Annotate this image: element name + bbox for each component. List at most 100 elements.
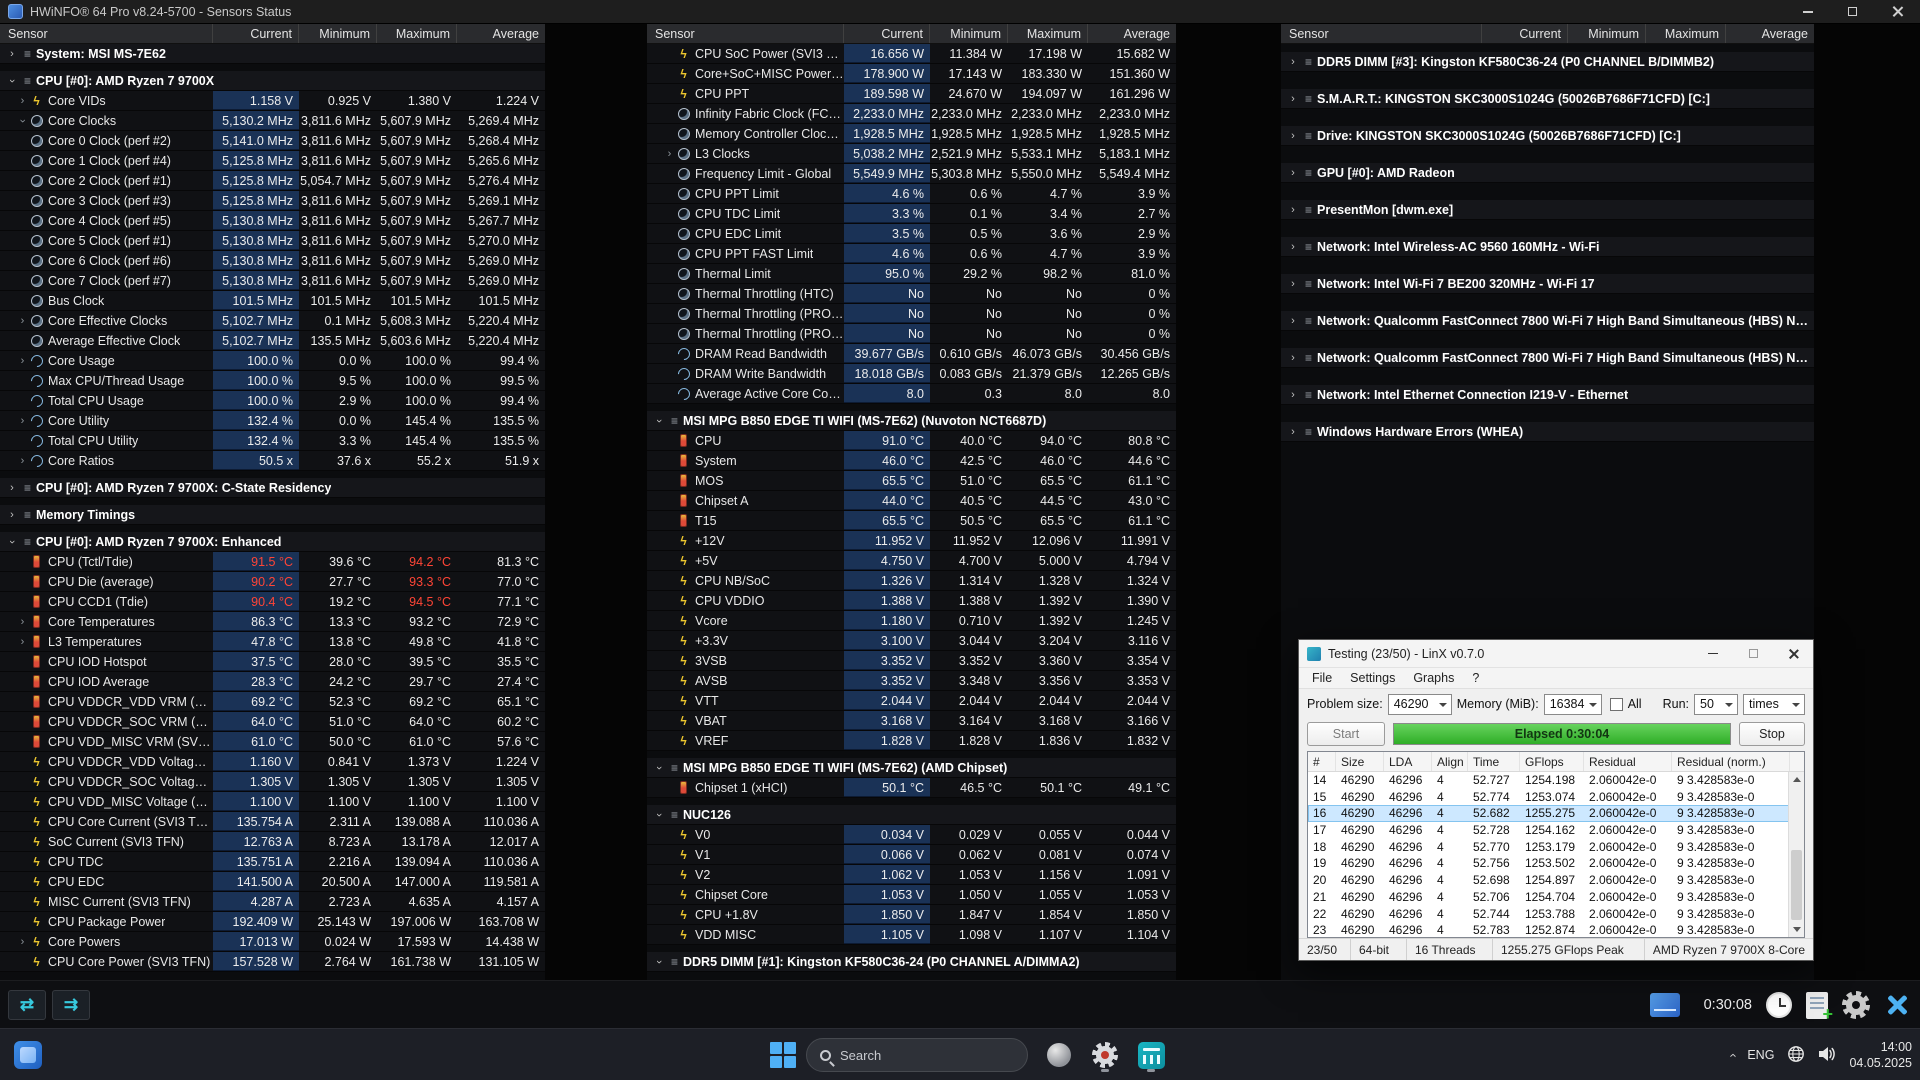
column-header-minimum[interactable]: Minimum bbox=[930, 24, 1008, 43]
expand-chevron-icon[interactable]: › bbox=[1286, 274, 1300, 294]
sensor-row[interactable]: CPU91.0 °C40.0 °C94.0 °C80.8 °C bbox=[647, 431, 1176, 451]
sensor-row[interactable]: CPU Package Power192.409 W25.143 W197.00… bbox=[0, 912, 545, 932]
column-header-sensor[interactable]: Sensor bbox=[0, 24, 213, 43]
close-sensors-icon[interactable] bbox=[1884, 992, 1910, 1018]
sensor-row[interactable]: Infinity Fabric Clock (FCLK)2,233.0 MHz2… bbox=[647, 104, 1176, 124]
sensor-row[interactable]: CPU TDC135.751 A2.216 A139.094 A110.036 … bbox=[0, 852, 545, 872]
start-button-windows[interactable] bbox=[770, 1042, 796, 1068]
sensor-row[interactable]: CPU VDD_MISC VRM (SVI3 TFN)61.0 °C50.0 °… bbox=[0, 732, 545, 752]
scroll-up-arrow-icon[interactable] bbox=[1789, 772, 1804, 787]
linx-column-header[interactable]: Time bbox=[1468, 752, 1520, 771]
sensor-row[interactable]: CPU VDDCR_SOC VRM (SVI3 T...64.0 °C51.0 … bbox=[0, 712, 545, 732]
expand-arrow-icon[interactable]: › bbox=[16, 411, 29, 430]
sensor-row[interactable]: V10.066 V0.062 V0.081 V0.074 V bbox=[647, 845, 1176, 865]
expand-chevron-icon[interactable]: › bbox=[649, 808, 669, 822]
sensor-row[interactable]: 3VSB3.352 V3.352 V3.360 V3.354 V bbox=[647, 651, 1176, 671]
sensor-group-row[interactable]: ›≡DDR5 DIMM [#3]: Kingston KF580C36-24 (… bbox=[1281, 52, 1814, 72]
column-header-sensor[interactable]: Sensor bbox=[647, 24, 844, 43]
linx-column-header[interactable]: GFlops bbox=[1520, 752, 1584, 771]
linx-menu-help[interactable]: ? bbox=[1463, 671, 1488, 685]
taskbar-app-generic[interactable] bbox=[1040, 1036, 1078, 1074]
sensor-row[interactable]: V21.062 V1.053 V1.156 V1.091 V bbox=[647, 865, 1176, 885]
sensor-row[interactable]: Total CPU Utility132.4 %3.3 %145.4 %135.… bbox=[0, 431, 545, 451]
expand-arrow-icon[interactable]: › bbox=[16, 932, 29, 951]
sensor-row[interactable]: Average Effective Clock5,102.7 MHz135.5 … bbox=[0, 331, 545, 351]
expand-chevron-icon[interactable]: › bbox=[5, 505, 19, 525]
expand-arrow-icon[interactable]: › bbox=[16, 91, 29, 110]
expand-chevron-icon[interactable]: › bbox=[5, 44, 19, 64]
sensor-group-row[interactable]: ›≡Drive: KINGSTON SKC3000S1024G (50026B7… bbox=[1281, 126, 1814, 146]
linx-table-row[interactable]: 174629046296452.7281254.1622.060042e-09 … bbox=[1308, 822, 1804, 839]
expand-arrow-icon[interactable]: › bbox=[663, 144, 676, 163]
sensor-row[interactable]: CPU VDDCR_VDD VRM (SVI3 T...69.2 °C52.3 … bbox=[0, 692, 545, 712]
sensor-row[interactable]: VREF1.828 V1.828 V1.836 V1.832 V bbox=[647, 731, 1176, 751]
sensor-row[interactable]: Thermal Throttling (HTC)NoNoNo0 % bbox=[647, 284, 1176, 304]
sensor-row[interactable]: CPU +1.8V1.850 V1.847 V1.854 V1.850 V bbox=[647, 905, 1176, 925]
scrollbar-thumb[interactable] bbox=[1791, 850, 1802, 920]
linx-table-row[interactable]: 194629046296452.7561253.5022.060042e-09 … bbox=[1308, 855, 1804, 872]
linx-close-button[interactable] bbox=[1773, 640, 1813, 667]
sensor-row[interactable]: Memory Controller Clock (UC...1,928.5 MH… bbox=[647, 124, 1176, 144]
sensor-row[interactable]: CPU IOD Average28.3 °C24.2 °C29.7 °C27.4… bbox=[0, 672, 545, 692]
sensor-row[interactable]: Core 4 Clock (perf #5)5,130.8 MHz3,811.6… bbox=[0, 211, 545, 231]
sensor-row[interactable]: VTT2.044 V2.044 V2.044 V2.044 V bbox=[647, 691, 1176, 711]
sensor-row[interactable]: CPU Die (average)90.2 °C27.7 °C93.3 °C77… bbox=[0, 572, 545, 592]
sensor-row[interactable]: CPU Core Power (SVI3 TFN)157.528 W2.764 … bbox=[0, 952, 545, 972]
sensor-group-row[interactable]: ›≡System: MSI MS-7E62 bbox=[0, 44, 545, 64]
sensor-row[interactable]: CPU VDDIO1.388 V1.388 V1.392 V1.390 V bbox=[647, 591, 1176, 611]
sensor-row[interactable]: CPU VDD_MISC Voltage (SVI3 ...1.100 V1.1… bbox=[0, 792, 545, 812]
sensor-row[interactable]: ›L3 Clocks5,038.2 MHz2,521.9 MHz5,533.1 … bbox=[647, 144, 1176, 164]
expand-chevron-icon[interactable]: › bbox=[1286, 200, 1300, 220]
all-checkbox[interactable] bbox=[1610, 698, 1623, 711]
sensor-group-row[interactable]: ›≡DDR5 DIMM [#1]: Kingston KF580C36-24 (… bbox=[647, 952, 1176, 972]
sensor-row[interactable]: Core 6 Clock (perf #6)5,130.8 MHz3,811.6… bbox=[0, 251, 545, 271]
expand-chevron-icon[interactable]: › bbox=[1286, 422, 1300, 442]
problem-size-combobox[interactable]: 46290 bbox=[1388, 694, 1452, 715]
sensor-row[interactable]: CPU (Tctl/Tdie)91.5 °C39.6 °C94.2 °C81.3… bbox=[0, 552, 545, 572]
sensor-row[interactable]: +3.3V3.100 V3.044 V3.204 V3.116 V bbox=[647, 631, 1176, 651]
linx-column-header[interactable]: Residual (norm.) bbox=[1672, 752, 1790, 771]
sensor-row[interactable]: Thermal Throttling (PROCHOT...NoNoNo0 % bbox=[647, 304, 1176, 324]
sensor-row[interactable]: T1565.5 °C50.5 °C65.5 °C61.1 °C bbox=[647, 511, 1176, 531]
sensor-row[interactable]: MOS65.5 °C51.0 °C65.5 °C61.1 °C bbox=[647, 471, 1176, 491]
run-combobox[interactable]: 50 bbox=[1694, 694, 1738, 715]
sensor-row[interactable]: ›Core Ratios50.5 x37.6 x55.2 x51.9 x bbox=[0, 451, 545, 471]
sensor-row[interactable]: Thermal Limit95.0 %29.2 %98.2 %81.0 % bbox=[647, 264, 1176, 284]
expand-arrow-icon[interactable]: › bbox=[16, 632, 29, 651]
taskbar-clock[interactable]: 14:00 04.05.2025 bbox=[1849, 1039, 1912, 1071]
sensor-row[interactable]: CPU VDDCR_VDD Voltage (SVI...1.160 V0.84… bbox=[0, 752, 545, 772]
sensor-group-row[interactable]: ›≡Network: Qualcomm FastConnect 7800 Wi-… bbox=[1281, 348, 1814, 368]
tray-expand-chevron-icon[interactable]: › bbox=[1725, 1053, 1740, 1057]
taskbar-search[interactable]: Search bbox=[806, 1038, 1028, 1072]
taskbar-app-hwinfo[interactable] bbox=[1086, 1036, 1124, 1074]
sensor-group-row[interactable]: ›≡MSI MPG B850 EDGE TI WIFI (MS-7E62) (A… bbox=[647, 758, 1176, 778]
expand-chevron-icon[interactable]: › bbox=[1286, 163, 1300, 183]
column-header-average[interactable]: Average bbox=[1088, 24, 1176, 43]
stop-button[interactable]: Stop bbox=[1739, 722, 1805, 746]
sensor-row[interactable]: CPU EDC141.500 A20.500 A147.000 A119.581… bbox=[0, 872, 545, 892]
expand-arrow-icon[interactable]: › bbox=[16, 451, 29, 470]
sensor-row[interactable]: Vcore1.180 V0.710 V1.392 V1.245 V bbox=[647, 611, 1176, 631]
sensor-row[interactable]: Core 1 Clock (perf #4)5,125.8 MHz3,811.6… bbox=[0, 151, 545, 171]
column-header-maximum[interactable]: Maximum bbox=[1008, 24, 1088, 43]
times-combobox[interactable]: times bbox=[1743, 694, 1805, 715]
sensor-row[interactable]: CPU CCD1 (Tdie)90.4 °C19.2 °C94.5 °C77.1… bbox=[0, 592, 545, 612]
sensor-row[interactable]: CPU PPT Limit4.6 %0.6 %4.7 %3.9 % bbox=[647, 184, 1176, 204]
minimize-button[interactable] bbox=[1785, 0, 1830, 23]
sensor-row[interactable]: Chipset A44.0 °C40.5 °C44.5 °C43.0 °C bbox=[647, 491, 1176, 511]
expand-chevron-icon[interactable]: › bbox=[1286, 385, 1300, 405]
sensor-group-row[interactable]: ›≡Memory Timings bbox=[0, 505, 545, 525]
sensor-row[interactable]: CPU VDDCR_SOC Voltage (SVI...1.305 V1.30… bbox=[0, 772, 545, 792]
sensor-row[interactable]: V00.034 V0.029 V0.055 V0.044 V bbox=[647, 825, 1176, 845]
sensor-row[interactable]: DRAM Write Bandwidth18.018 GB/s0.083 GB/… bbox=[647, 364, 1176, 384]
sensor-row[interactable]: Core 0 Clock (perf #2)5,141.0 MHz3,811.6… bbox=[0, 131, 545, 151]
maximize-button[interactable] bbox=[1830, 0, 1875, 23]
expand-chevron-icon[interactable]: › bbox=[2, 74, 22, 88]
expand-chevron-icon[interactable]: › bbox=[5, 478, 19, 498]
linx-menu-file[interactable]: File bbox=[1303, 671, 1341, 685]
sensor-row[interactable]: SoC Current (SVI3 TFN)12.763 A8.723 A13.… bbox=[0, 832, 545, 852]
sensor-row[interactable]: Chipset Core1.053 V1.050 V1.055 V1.053 V bbox=[647, 885, 1176, 905]
expand-arrow-icon[interactable]: › bbox=[16, 351, 29, 370]
settings-gear-icon[interactable] bbox=[1842, 991, 1870, 1019]
sensor-row[interactable]: DRAM Read Bandwidth39.677 GB/s0.610 GB/s… bbox=[647, 344, 1176, 364]
